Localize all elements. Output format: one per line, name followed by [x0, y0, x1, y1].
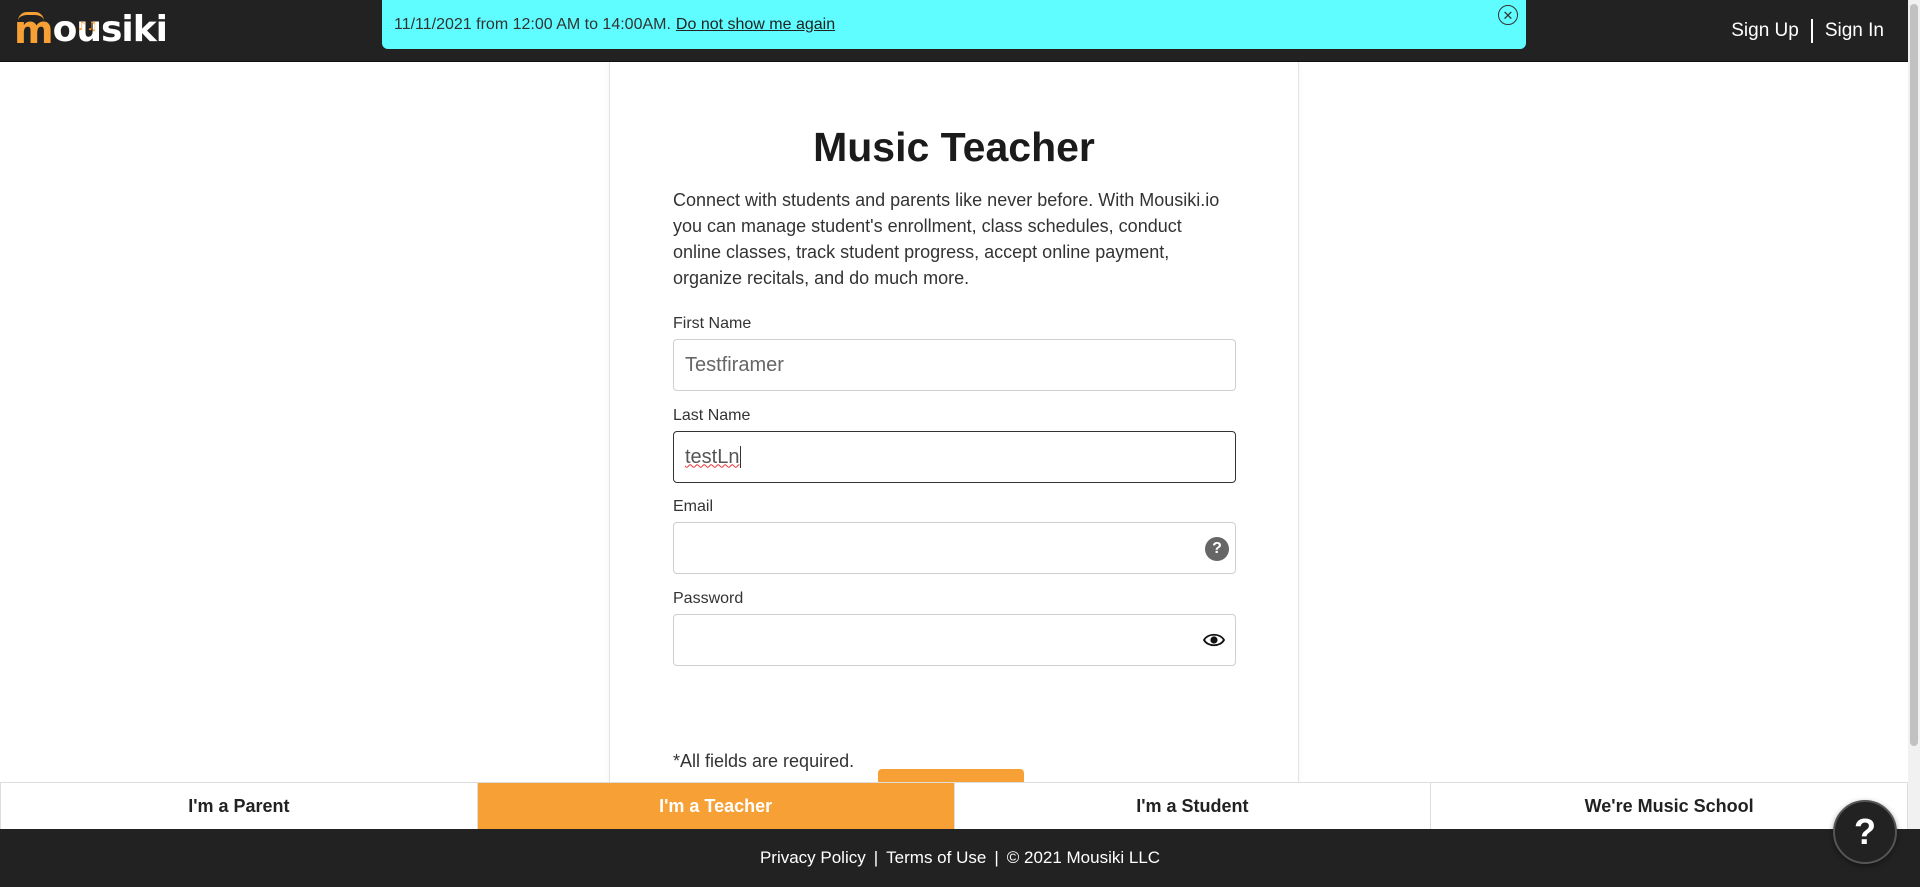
sign-up-link[interactable]: Sign Up — [1719, 20, 1811, 42]
tab-parent[interactable]: I'm a Parent — [0, 783, 478, 829]
sign-in-link[interactable]: Sign In — [1813, 20, 1896, 42]
close-icon[interactable]: ✕ — [1498, 5, 1518, 25]
last-name-label: Last Name — [673, 407, 751, 424]
music-notes-icon: ♪♫ — [78, 19, 99, 33]
copyright-text: © 2021 Mousiki LLC — [1006, 848, 1161, 867]
maintenance-banner: 11/11/2021 from 12:00 AM to 14:00AM. Do … — [382, 0, 1526, 49]
banner-message: 11/11/2021 from 12:00 AM to 14:00AM. — [394, 15, 671, 33]
last-name-value: testLn — [685, 445, 740, 468]
password-label: Password — [673, 590, 744, 607]
tab-student[interactable]: I'm a Student — [954, 783, 1432, 829]
last-name-field[interactable]: testLn — [673, 431, 1236, 483]
intro-text: Connect with students and parents like n… — [673, 190, 1220, 288]
privacy-policy-link[interactable]: Privacy Policy — [760, 848, 866, 868]
role-tabs: I'm a Parent I'm a Teacher I'm a Student… — [0, 782, 1908, 829]
footer-separator: | — [994, 848, 999, 867]
required-fields-note: *All fields are required. — [673, 751, 855, 771]
footer: Privacy Policy | Terms of Use | © 2021 M… — [0, 829, 1920, 887]
mousiki-logo[interactable]: m ousiki ♪♫ — [14, 8, 168, 52]
eye-icon[interactable] — [1203, 632, 1225, 648]
first-name-label: First Name — [673, 315, 752, 332]
page-title: Music Teacher — [813, 124, 1095, 170]
tab-teacher[interactable]: I'm a Teacher — [477, 783, 955, 829]
email-label: Email — [673, 498, 714, 515]
text-caret — [740, 446, 742, 468]
email-field[interactable]: ? — [673, 522, 1236, 574]
auth-links: Sign Up Sign In — [1719, 0, 1896, 62]
submit-button[interactable] — [878, 769, 1024, 783]
password-field[interactable] — [673, 614, 1236, 666]
first-name-field[interactable]: Testfiramer — [673, 339, 1236, 391]
footer-separator: | — [873, 848, 879, 867]
signup-card: Music Teacher Connect with students and … — [609, 62, 1299, 783]
scroll-thumb[interactable] — [1910, 4, 1918, 746]
terms-of-use-link[interactable]: Terms of Use — [886, 848, 986, 868]
help-button[interactable]: ? — [1833, 800, 1897, 864]
first-name-value: Testfiramer — [685, 353, 784, 376]
help-circle-icon[interactable]: ? — [1205, 537, 1229, 561]
do-not-show-again-link[interactable]: Do not show me again — [676, 16, 835, 34]
logo-m-icon: m — [14, 8, 54, 52]
scrollbar[interactable] — [1908, 0, 1920, 829]
